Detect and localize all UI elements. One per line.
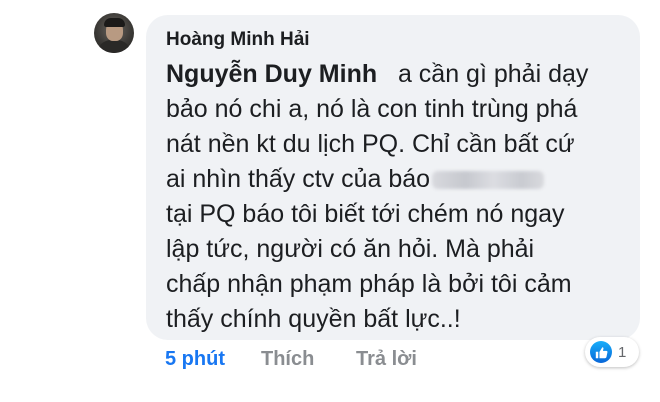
comment-bubble: Hoàng Minh Hải Nguyễn Duy Minh a cần gì … (146, 15, 640, 340)
avatar-shoulders (97, 40, 131, 53)
comment-line-text: a cần gì phải dạy (397, 60, 589, 88)
comment-line: nát nền kt du lịch PQ. Chỉ cần bất cứ (166, 130, 575, 158)
reaction-summary[interactable]: 1 (585, 337, 639, 367)
thumbs-up-icon (590, 341, 612, 363)
reply-button[interactable]: Trả lời (356, 348, 417, 371)
blurred-redaction (432, 171, 545, 190)
comment-line: bảo nó chi a, nó là con tinh trùng phá (166, 95, 578, 123)
avatar[interactable] (94, 13, 134, 53)
comment-line: lập tức, người có ăn hỏi. Mà phải (166, 235, 535, 263)
timestamp-link[interactable]: 5 phút (165, 348, 225, 371)
comment-line-text: ai nhìn thấy ctv của báo (166, 165, 431, 193)
comment-thread: Hoàng Minh Hải Nguyễn Duy Minh a cần gì … (0, 0, 660, 402)
comment-line: Nguyễn Duy Minh a cần gì phải dạy (166, 57, 630, 92)
like-button[interactable]: Thích (261, 348, 314, 371)
reaction-count: 1 (618, 343, 627, 361)
comment-author[interactable]: Hoàng Minh Hải (166, 29, 310, 51)
comment-line: chấp nhận phạm pháp là bởi tôi cảm (166, 270, 572, 298)
mention-link[interactable]: Nguyễn Duy Minh (166, 60, 377, 88)
comment-line: thấy chính quyền bất lực..! (166, 305, 461, 333)
comment-text: Nguyễn Duy Minh a cần gì phải dạy bảo nó… (166, 57, 630, 337)
comment-actions: 5 phút Thích Trả lời (165, 348, 417, 371)
avatar-hair (104, 18, 125, 27)
comment-line: tại PQ báo tôi biết tới chém nó ngay (166, 200, 565, 228)
comment-line: ai nhìn thấy ctv của báo (166, 162, 630, 197)
